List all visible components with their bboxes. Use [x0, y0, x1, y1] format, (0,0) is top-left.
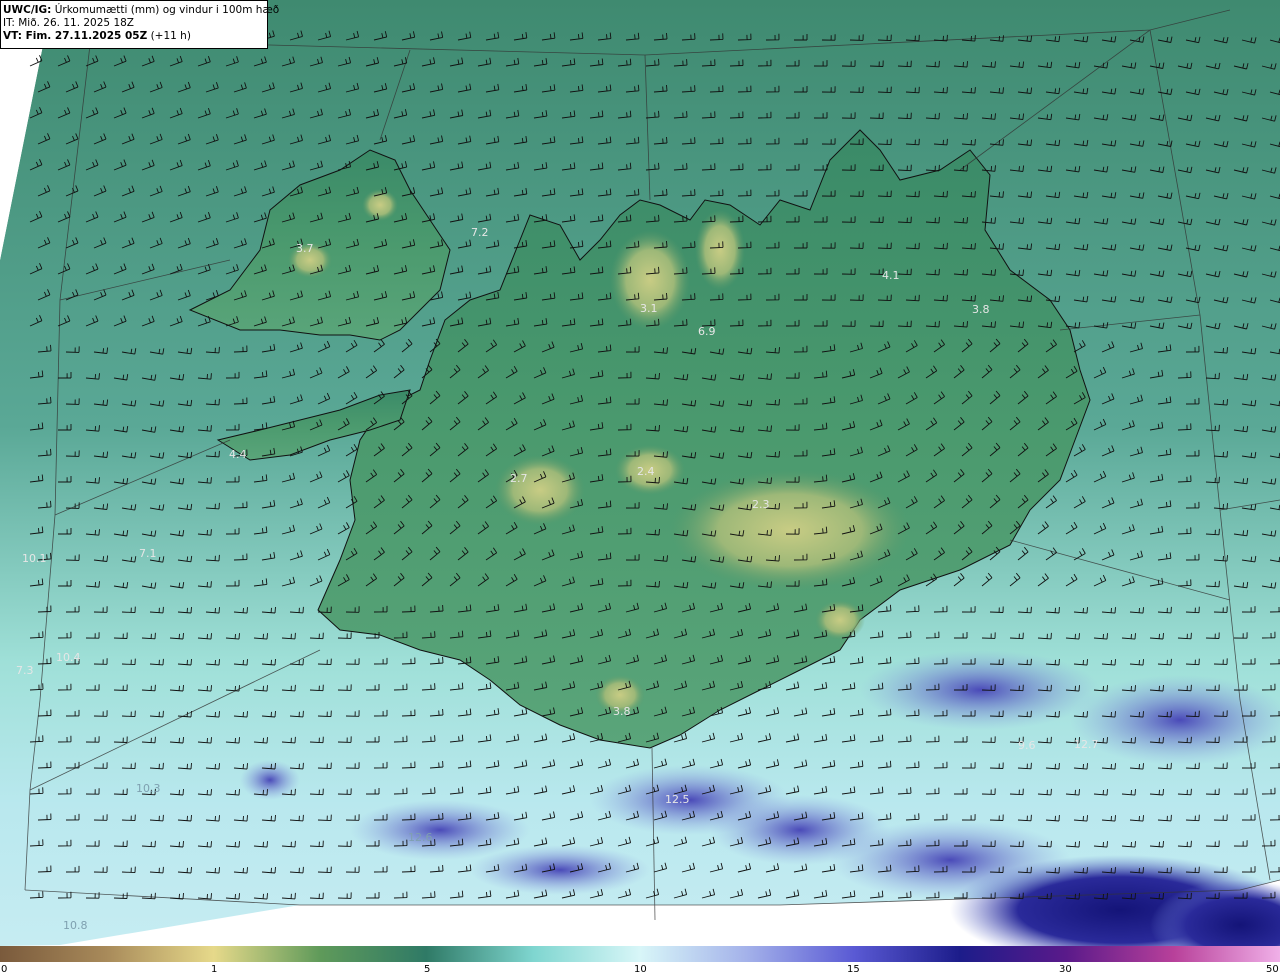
model-label: UWC/IG: [3, 4, 52, 16]
value-label: 7.1 [139, 547, 157, 560]
colorbar: 0 1 5 10 15 30 50 [0, 946, 1280, 978]
value-label: 3.8 [613, 705, 631, 718]
value-label: 12.7 [1074, 738, 1099, 751]
value-label: 9.6 [1018, 739, 1036, 752]
value-label: 2.7 [510, 472, 528, 485]
colorbar-tick: 1 [211, 964, 218, 975]
colorbar-gradient [0, 946, 1280, 962]
value-label: 4.1 [882, 269, 900, 282]
colorbar-tick: 0 [1, 964, 8, 975]
value-label: 3.7 [296, 242, 314, 255]
highland-4 [610, 230, 690, 330]
value-label: 3.8 [972, 303, 990, 316]
value-label: 10.4 [56, 651, 81, 664]
value-label: 7.2 [471, 226, 489, 239]
valid-time: VT: Fim. 27.11.2025 05Z [3, 30, 148, 42]
value-label: 12.5 [665, 793, 690, 806]
value-label: 2.3 [752, 498, 770, 511]
map-canvas: 3.7 7.2 3.1 6.9 4.1 3.8 4.4 2.7 2.4 2.3 … [0, 0, 1280, 946]
value-label: 7.3 [16, 664, 34, 677]
value-label: 10.1 [22, 552, 47, 565]
weather-map: 3.7 7.2 3.1 6.9 4.1 3.8 4.4 2.7 2.4 2.3 … [0, 0, 1280, 978]
valid-line: VT: Fim. 27.11.2025 05Z (+11 h) [3, 30, 264, 43]
value-label: 6.9 [698, 325, 716, 338]
value-label: 4.4 [229, 448, 247, 461]
colorbar-tick: 5 [424, 964, 431, 975]
colorbar-tick: 15 [847, 964, 860, 975]
info-box: UWC/IG: Úrkomumætti (mm) og vindur i 100… [0, 0, 279, 49]
title-line: UWC/IG: Úrkomumætti (mm) og vindur i 100… [3, 4, 279, 17]
value-label: 3.1 [640, 302, 658, 315]
value-label: 12.6 [408, 831, 433, 844]
colorbar-tick: 30 [1059, 964, 1072, 975]
init-time: IT: Mið. 26. 11. 2025 18Z [3, 17, 134, 29]
valid-offset: (+11 h) [147, 30, 191, 42]
highland-1 [670, 470, 910, 590]
colorbar-tick: 50 [1266, 964, 1279, 975]
title-text: Úrkomumætti (mm) og vindur i 100m hæð [51, 4, 280, 16]
value-label: 2.4 [637, 465, 655, 478]
value-label: 10.3 [136, 782, 161, 795]
colorbar-tick: 10 [634, 964, 647, 975]
value-label: 10.8 [63, 919, 88, 932]
highland-2 [495, 455, 585, 525]
highland-8 [362, 189, 398, 221]
